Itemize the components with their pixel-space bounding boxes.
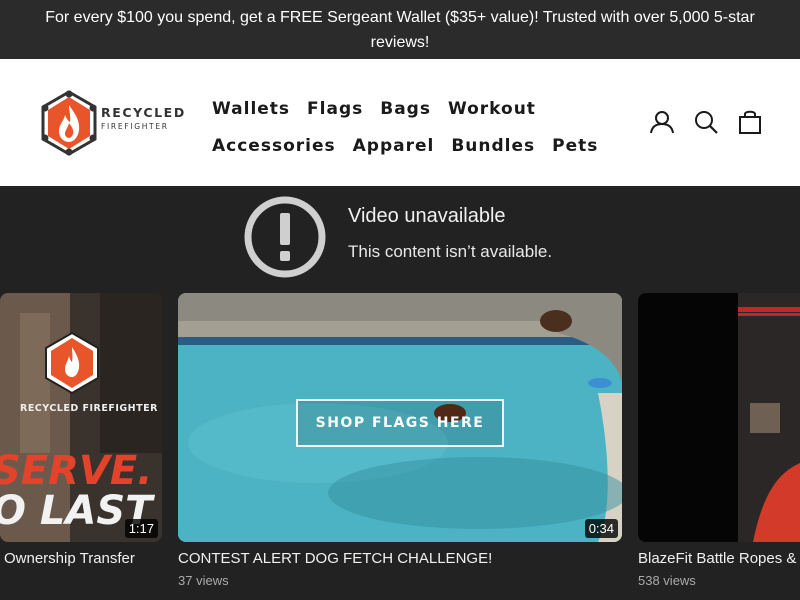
announcement-text: For every $100 you spend, get a FREE Ser… [45,9,755,51]
nav-row-1: Wallets Flags Bags Workout [212,90,592,127]
unavailable-message: This content isn’t available. [348,242,553,261]
video-thumbnail[interactable] [638,293,800,542]
nav-item-apparel[interactable]: Apparel [353,136,435,156]
logo-wordmark: RECYCLED FIREFIGHTER [101,103,186,131]
video-thumbnail[interactable]: RECYCLED FIREFIGHTER SERVE. O LAST 1:17 [0,293,162,542]
nav-item-bundles[interactable]: Bundles [451,136,535,156]
unavailable-title: Video unavailable [348,205,506,227]
video-duration: 1:17 [124,519,158,538]
nav-item-flags[interactable]: Flags [307,99,363,119]
site-logo[interactable]: RECYCLED FIREFIGHTER [40,90,186,156]
account-icon[interactable] [649,109,675,135]
site-header: RECYCLED FIREFIGHTER Wallets Flags Bags … [0,59,800,186]
video-title[interactable]: Ownership Transfer [4,550,135,567]
video-duration: 0:34 [584,519,618,538]
nav-item-pets[interactable]: Pets [552,136,598,156]
thumbnail-image [638,293,800,542]
thumb-text-serve: SERVE. [0,448,153,494]
alert-circle-icon [244,196,326,278]
logo-line2: FIREFIGHTER [101,122,169,131]
video-views: 538 views [638,573,696,588]
nav-item-wallets[interactable]: Wallets [212,99,290,119]
announcement-bar[interactable]: For every $100 you spend, get a FREE Ser… [0,0,800,59]
nav-item-accessories[interactable]: Accessories [212,136,336,156]
logo-line1: RECYCLED [101,105,186,120]
video-thumbnail[interactable]: SHOP FLAGS HERE 0:34 [178,293,622,542]
video-unavailable-panel: Video unavailable This content isn’t ava… [0,186,800,284]
cart-icon[interactable] [737,109,763,135]
nav-item-workout[interactable]: Workout [448,99,536,119]
logo-hexagon-icon [41,90,97,156]
video-title[interactable]: BlazeFit Battle Ropes & [638,550,796,567]
video-views: 37 views [178,573,229,588]
shop-flags-button[interactable]: SHOP FLAGS HERE [296,399,504,447]
search-icon[interactable] [693,109,719,135]
video-title[interactable]: CONTEST ALERT DOG FETCH CHALLENGE! [178,550,492,567]
main-nav: Wallets Flags Bags Workout Accessories A… [212,90,597,164]
thumb-logo-text: RECYCLED FIREFIGHTER [20,403,158,414]
nav-row-2: Accessories Apparel Bundles Pets [212,127,597,164]
nav-item-bags[interactable]: Bags [380,99,431,119]
